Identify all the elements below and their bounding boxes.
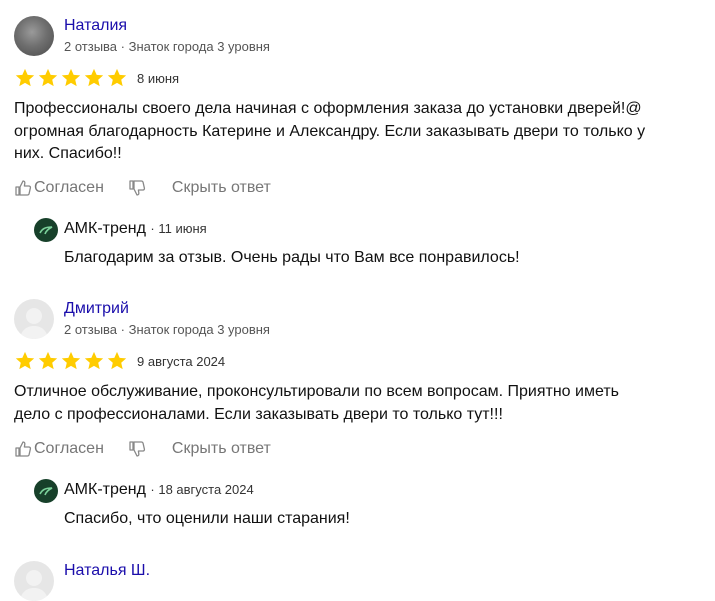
author-meta: 2 отзыва · Знаток города 3 уровня xyxy=(64,39,270,54)
reply-text: Спасибо, что оценили наши старания! xyxy=(64,510,350,527)
star-icon xyxy=(38,351,58,370)
hide-reply-button[interactable]: Скрыть ответ xyxy=(172,440,271,458)
review-text-line: Отличное обслуживание, проконсультировал… xyxy=(14,383,619,400)
star-icon xyxy=(107,68,127,87)
review-text-line: дело с профессионалами. Если заказывать … xyxy=(14,405,503,423)
review-date: 9 августа 2024 xyxy=(137,353,226,369)
author-name[interactable]: Наталья Ш. xyxy=(64,562,150,580)
like-button[interactable]: Согласен xyxy=(14,179,104,197)
business-reply: АМК-тренд · 11 июня Благодарим за отзыв.… xyxy=(34,218,704,268)
rating-stars: 9 августа 2024 xyxy=(14,350,225,372)
business-name-line: АМК-тренд · 18 августа 2024 xyxy=(64,481,254,499)
like-button[interactable]: Согласен xyxy=(14,440,104,458)
review-actions: Согласен Скрыть ответ xyxy=(14,179,271,197)
dislike-button[interactable] xyxy=(128,179,146,197)
thumbs-down-icon xyxy=(129,180,145,196)
business-logo-icon xyxy=(39,226,53,235)
user-placeholder-icon xyxy=(20,570,48,601)
star-icon xyxy=(107,351,127,370)
reply-date: · 11 июня xyxy=(150,221,207,236)
avatar[interactable] xyxy=(14,16,54,56)
hide-reply-button[interactable]: Скрыть ответ xyxy=(172,179,271,197)
review-actions: Согласен Скрыть ответ xyxy=(14,440,271,458)
star-icon xyxy=(15,351,35,370)
author-name[interactable]: Наталия xyxy=(64,17,127,35)
business-name[interactable]: АМК-тренд xyxy=(64,220,146,237)
reply-text: Благодарим за отзыв. Очень рады что Вам … xyxy=(64,249,520,266)
user-placeholder-icon xyxy=(20,308,48,339)
dislike-button[interactable] xyxy=(128,440,146,458)
rating-stars: 8 июня xyxy=(14,67,179,89)
business-logo[interactable] xyxy=(34,218,58,242)
thumbs-up-icon xyxy=(15,180,32,196)
star-icon xyxy=(84,351,104,370)
star-icon xyxy=(61,68,81,87)
star-icon xyxy=(15,68,35,87)
thumbs-down-icon xyxy=(129,441,145,457)
thumbs-up-icon xyxy=(15,441,32,457)
review-text: Отличное обслуживание, проконсультировал… xyxy=(14,381,704,426)
like-label: Согласен xyxy=(34,440,104,457)
review-text-line: огромная благодарность Катерине и Алекса… xyxy=(14,122,646,140)
star-icon xyxy=(38,68,58,87)
review-text: Профессионалы своего дела начиная с офор… xyxy=(14,98,704,166)
avatar[interactable] xyxy=(14,299,54,339)
business-logo[interactable] xyxy=(34,479,58,503)
review-date: 8 июня xyxy=(137,70,180,86)
author-name[interactable]: Дмитрий xyxy=(64,300,129,318)
author-meta: 2 отзыва · Знаток города 3 уровня xyxy=(64,322,270,337)
reply-date: · 18 августа 2024 xyxy=(150,482,254,497)
business-name-line: АМК-тренд · 11 июня xyxy=(64,220,207,238)
review-text-line: Профессионалы своего дела начиная с офор… xyxy=(14,100,642,117)
business-name[interactable]: АМК-тренд xyxy=(64,481,146,498)
star-icon xyxy=(84,68,104,87)
business-logo-icon xyxy=(39,487,53,496)
review-text-line: них. Спасибо!! xyxy=(14,145,122,162)
business-reply: АМК-тренд · 18 августа 2024 Спасибо, что… xyxy=(34,479,704,529)
like-label: Согласен xyxy=(34,179,104,196)
star-icon xyxy=(61,351,81,370)
avatar[interactable] xyxy=(14,561,54,601)
